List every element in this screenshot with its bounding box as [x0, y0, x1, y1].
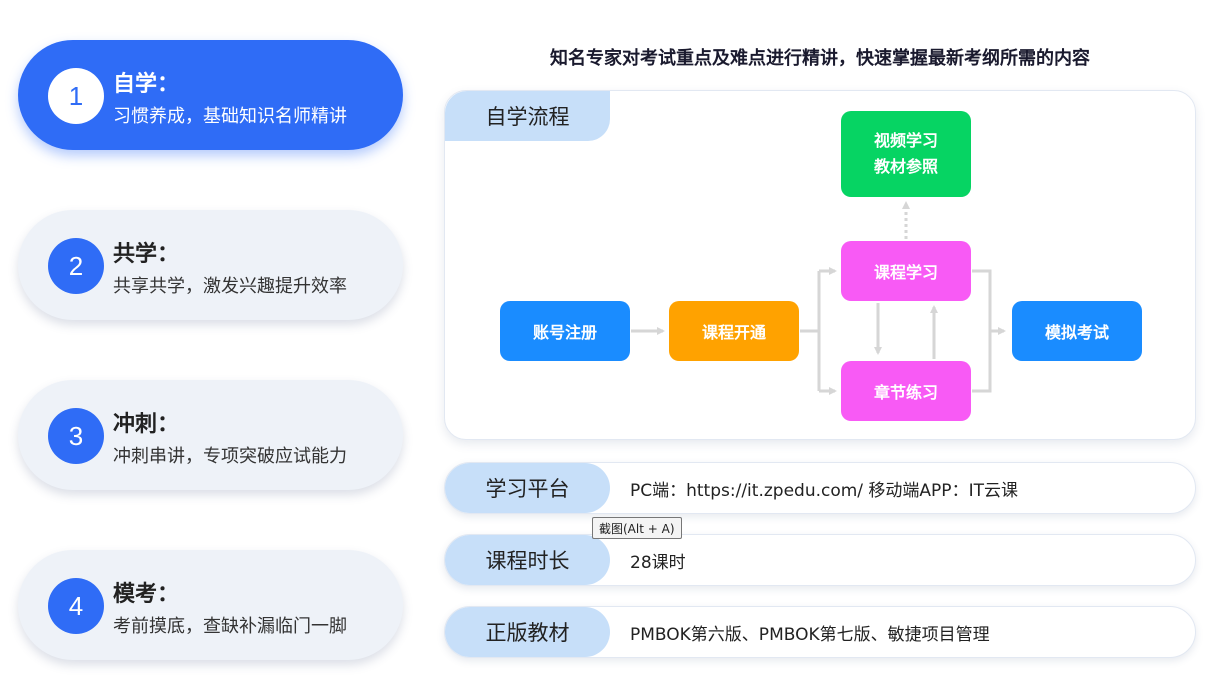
info-row-platform: 学习平台 PC端：https://it.zpedu.com/ 移动端APP：IT…	[444, 462, 1196, 514]
step-title: 冲刺：	[113, 412, 180, 437]
page-headline: 知名专家对考试重点及难点进行精讲，快速掌握最新考纲所需的内容	[550, 48, 1090, 69]
step-title: 共学：	[113, 242, 180, 267]
info-value: 28课时	[630, 552, 686, 573]
screenshot-tooltip: 截图(Alt + A)	[592, 517, 682, 539]
info-label: 正版教材	[445, 607, 610, 657]
info-row-duration: 课程时长 28课时	[444, 534, 1196, 586]
info-value: PC端：https://it.zpedu.com/ 移动端APP：IT云课	[630, 480, 1018, 501]
step-number-badge: 3	[48, 408, 104, 464]
node-video-textbook: 视频学习 教材参照	[841, 111, 971, 197]
node-line: 视频学习	[873, 131, 938, 150]
step-number-badge: 1	[48, 68, 104, 124]
step-self-study[interactable]: 1 自学： 习惯养成，基础知识名师精讲	[18, 40, 403, 150]
step-mock-exam[interactable]: 4 模考： 考前摸底，查缺补漏临门一脚	[18, 550, 403, 660]
step-title: 模考：	[113, 582, 180, 607]
info-row-textbook: 正版教材 PMBOK第六版、PMBOK第七版、敏捷项目管理	[444, 606, 1196, 658]
node-course-study: 课程学习	[841, 241, 971, 301]
connector-open-branch	[800, 271, 821, 391]
node-mock-exam: 模拟考试	[1012, 301, 1142, 361]
info-label: 学习平台	[445, 463, 610, 513]
node-account-register: 账号注册	[500, 301, 630, 361]
info-label: 课程时长	[445, 535, 610, 585]
step-number-badge: 4	[48, 578, 104, 634]
step-description: 共享共学，激发兴趣提升效率	[113, 276, 347, 297]
step-description: 习惯养成，基础知识名师精讲	[113, 106, 347, 127]
step-number-badge: 2	[48, 238, 104, 294]
self-study-flow-card: 自学流程 账号注册 课程开通 课程学习 章节练习 模拟考试 视频学习 教材参照	[444, 90, 1196, 440]
step-description: 冲刺串讲，专项突破应试能力	[113, 446, 347, 467]
step-title: 自学：	[113, 72, 180, 97]
node-chapter-practice: 章节练习	[841, 361, 971, 421]
step-co-study[interactable]: 2 共学： 共享共学，激发兴趣提升效率	[18, 210, 403, 320]
flow-connectors	[631, 201, 1006, 395]
info-value: PMBOK第六版、PMBOK第七版、敏捷项目管理	[630, 624, 990, 645]
node-course-open: 课程开通	[669, 301, 799, 361]
step-sprint[interactable]: 3 冲刺： 冲刺串讲，专项突破应试能力	[18, 380, 403, 490]
step-description: 考前摸底，查缺补漏临门一脚	[113, 616, 347, 637]
connector-merge-exam	[972, 269, 992, 393]
node-line: 教材参照	[873, 157, 938, 176]
